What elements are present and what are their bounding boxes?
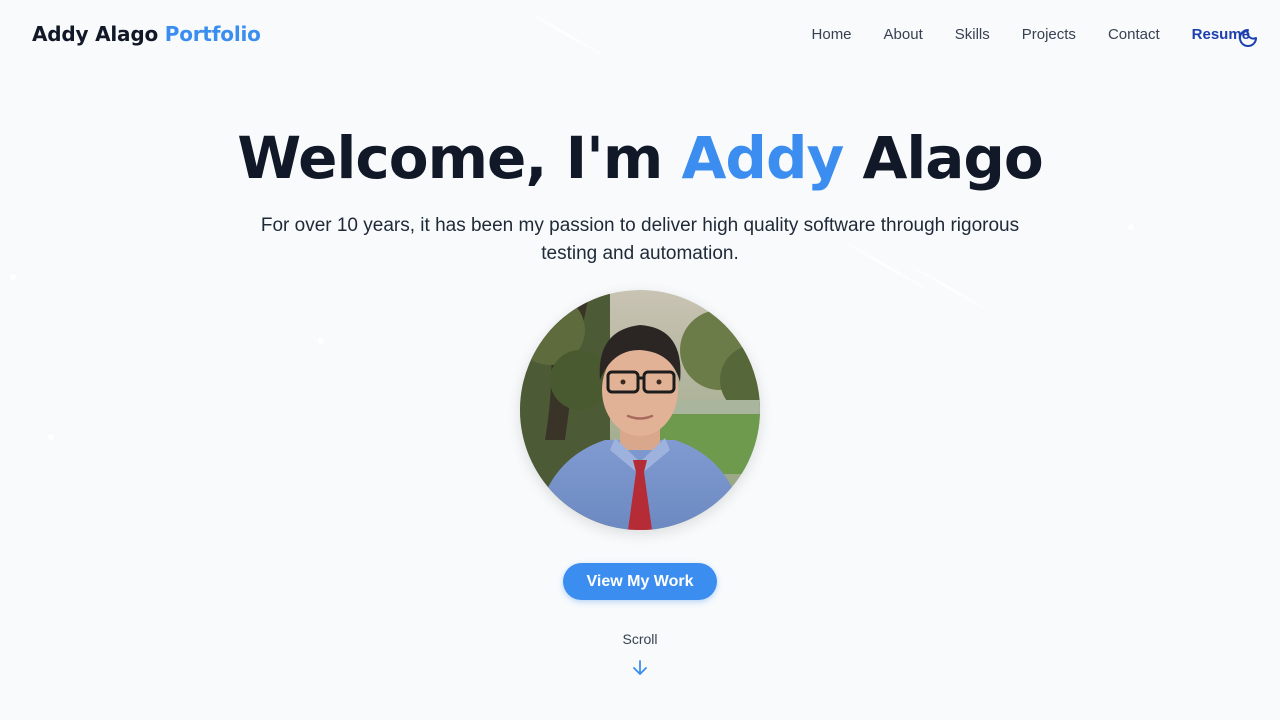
background-dot bbox=[48, 434, 54, 440]
brand-accent: Portfolio bbox=[164, 22, 261, 46]
background-dot bbox=[10, 274, 16, 280]
scroll-label: Scroll bbox=[622, 631, 658, 647]
nav-link-contact[interactable]: Contact bbox=[1108, 24, 1160, 46]
nav-link-home[interactable]: Home bbox=[812, 24, 852, 46]
background-dot bbox=[318, 338, 324, 344]
hero-title-accent: Addy bbox=[681, 124, 845, 192]
profile-photo bbox=[520, 290, 760, 530]
page: Addy Alago Portfolio Home About Skills P… bbox=[0, 0, 1280, 720]
background-dot bbox=[1128, 224, 1134, 230]
hero-title-suffix: Alago bbox=[862, 124, 1043, 192]
view-my-work-button[interactable]: View My Work bbox=[563, 563, 717, 600]
nav-link-about[interactable]: About bbox=[884, 24, 923, 46]
nav-link-projects[interactable]: Projects bbox=[1022, 24, 1076, 46]
brand-name: Addy Alago bbox=[32, 22, 158, 46]
hero-title: Welcome, I'm Addy Alago bbox=[0, 124, 1280, 192]
nav-link-skills[interactable]: Skills bbox=[955, 24, 990, 46]
background-streak bbox=[519, 6, 617, 64]
arrow-down-icon[interactable] bbox=[631, 659, 649, 677]
hero-subtitle: For over 10 years, it has been my passio… bbox=[260, 215, 1020, 264]
main-nav: Home About Skills Projects Contact Resum… bbox=[780, 24, 1257, 47]
moon-icon[interactable] bbox=[1238, 28, 1258, 48]
hero-title-prefix: Welcome, I'm bbox=[237, 124, 663, 192]
brand-logo[interactable]: Addy Alago Portfolio bbox=[32, 22, 261, 46]
